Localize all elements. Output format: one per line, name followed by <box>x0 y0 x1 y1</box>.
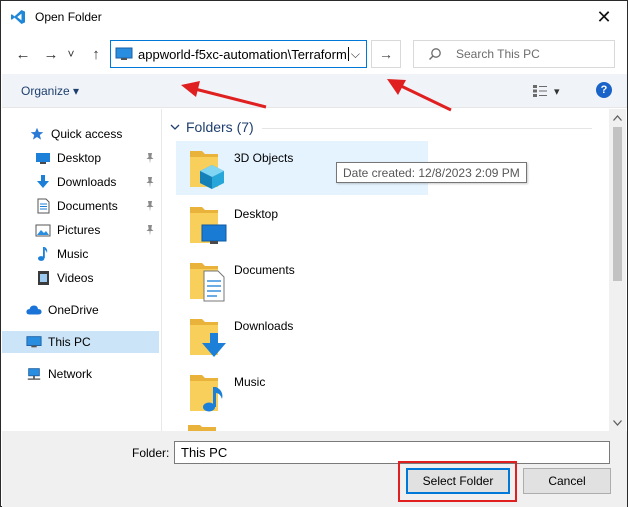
folder-item-downloads[interactable]: Downloads <box>176 309 428 363</box>
folder-input-value: This PC <box>181 445 228 460</box>
chevron-down-icon <box>613 419 622 426</box>
search-icon <box>429 48 441 60</box>
scroll-up-button[interactable] <box>609 109 626 126</box>
pin-icon <box>146 177 154 188</box>
folder-name: Desktop <box>234 207 279 221</box>
chevron-up-icon <box>613 114 622 121</box>
address-dropdown-icon[interactable]: ⌵ <box>351 47 360 62</box>
command-bar: Organize ▾ ▾ ? <box>2 74 627 108</box>
folder-item-music[interactable]: Music <box>176 365 428 419</box>
navigation-bar: ← → ˅ ↑ appworld-f5xc-automation\Terrafo… <box>1 34 627 74</box>
folder-name: Documents <box>234 263 295 277</box>
chevron-down-icon <box>170 124 180 130</box>
pin-icon <box>146 201 154 212</box>
sidebar-item-onedrive[interactable]: OneDrive <box>2 299 159 321</box>
text-cursor <box>347 47 349 61</box>
computer-icon <box>115 47 133 60</box>
scrollbar-thumb[interactable] <box>613 127 622 281</box>
desktop-icon <box>35 150 51 166</box>
address-path[interactable]: appworld-f5xc-automation\Terraform <box>138 47 347 62</box>
sidebar-item-videos[interactable]: Videos <box>2 267 159 289</box>
search-box[interactable]: Search This PC <box>413 40 615 68</box>
navigation-pane: Quick access Desktop Downloads Documents <box>2 109 161 431</box>
tooltip-date-created: Date created: 12/8/2023 2:09 PM <box>336 162 527 183</box>
dialog-footer: Folder: This PC Select Folder Cancel <box>2 431 627 507</box>
sidebar-item-label: Pictures <box>57 223 101 237</box>
chevron-down-icon: ˅ <box>67 47 75 61</box>
sidebar-item-music[interactable]: Music <box>2 243 159 265</box>
group-header-folders[interactable]: Folders (7) <box>170 119 254 135</box>
view-dropdown-icon: ▾ <box>554 85 560 98</box>
go-button[interactable]: → <box>371 40 401 68</box>
sidebar-item-documents[interactable]: Documents <box>2 195 159 217</box>
select-folder-button[interactable]: Select Folder <box>406 468 510 494</box>
help-button[interactable]: ? <box>596 82 612 98</box>
group-label: Folders (7) <box>186 119 254 135</box>
folder-input[interactable]: This PC <box>174 441 610 464</box>
sidebar-item-label: OneDrive <box>48 303 99 317</box>
3d-objects-folder-icon <box>190 151 224 189</box>
open-folder-dialog: Open Folder ✕ ← → ˅ ↑ appworld-f5xc-auto… <box>0 0 628 507</box>
file-list: Folders (7) 3D Objects Desktop Documents… <box>162 109 609 431</box>
forward-button[interactable]: → <box>40 44 62 64</box>
sidebar-item-label: This PC <box>48 335 91 349</box>
search-placeholder: Search This PC <box>456 47 540 61</box>
window-title: Open Folder <box>35 10 102 24</box>
scroll-down-button[interactable] <box>609 414 626 431</box>
sidebar-item-quick-access[interactable]: Quick access <box>2 123 159 145</box>
star-icon <box>29 126 45 142</box>
close-button[interactable]: ✕ <box>581 1 627 34</box>
sidebar-item-label: Music <box>57 247 89 261</box>
downloads-folder-icon <box>190 319 226 357</box>
sidebar-item-label: Desktop <box>57 151 102 165</box>
document-icon <box>35 198 51 214</box>
pictures-icon <box>35 222 51 238</box>
group-divider <box>262 128 592 129</box>
sidebar-item-label: Downloads <box>57 175 117 189</box>
sidebar-item-downloads[interactable]: Downloads <box>2 171 159 193</box>
music-icon <box>35 246 51 262</box>
sidebar-item-label: Network <box>48 367 93 381</box>
back-button[interactable]: ← <box>12 44 34 64</box>
recent-locations-button[interactable]: ˅ <box>64 44 78 64</box>
change-view-button[interactable]: ▾ <box>532 83 572 99</box>
back-arrow-icon: ← <box>15 45 31 63</box>
forward-arrow-icon: → <box>43 45 59 63</box>
folder-name: Downloads <box>234 319 294 333</box>
folder-name: 3D Objects <box>234 151 294 165</box>
organize-button[interactable]: Organize ▾ <box>21 84 79 98</box>
sidebar-item-this-pc[interactable]: This PC <box>2 331 159 353</box>
vertical-scrollbar[interactable] <box>609 109 626 431</box>
folder-item-desktop[interactable]: Desktop <box>176 197 428 251</box>
folder-name: Music <box>234 375 266 389</box>
pin-icon <box>146 225 154 236</box>
sidebar-item-label: Quick access <box>51 127 123 141</box>
download-icon <box>35 174 51 190</box>
cloud-icon <box>26 302 42 318</box>
video-icon <box>35 270 51 286</box>
computer-icon <box>26 334 42 350</box>
documents-folder-icon <box>190 263 225 302</box>
title-bar: Open Folder ✕ <box>1 1 627 34</box>
close-icon: ✕ <box>596 7 612 27</box>
folder-label: Folder: <box>132 446 170 460</box>
pin-icon <box>146 153 154 164</box>
network-icon <box>26 366 42 382</box>
folder-item-documents[interactable]: Documents <box>176 253 428 307</box>
address-bar[interactable]: appworld-f5xc-automation\Terraform ⌵ <box>110 40 367 68</box>
up-button[interactable]: ↑ <box>85 44 107 64</box>
sidebar-item-pictures[interactable]: Pictures <box>2 219 159 241</box>
cancel-button[interactable]: Cancel <box>523 468 611 494</box>
vscode-icon <box>11 10 25 24</box>
sidebar-item-label: Documents <box>57 199 118 213</box>
up-arrow-icon: ↑ <box>92 45 100 63</box>
sidebar-item-label: Videos <box>57 271 94 285</box>
sidebar-item-desktop[interactable]: Desktop <box>2 147 159 169</box>
desktop-folder-icon <box>190 207 227 244</box>
view-details-icon <box>533 85 547 97</box>
sidebar-item-network[interactable]: Network <box>2 363 159 385</box>
go-arrow-icon: → <box>379 46 393 62</box>
music-folder-icon <box>190 375 223 412</box>
